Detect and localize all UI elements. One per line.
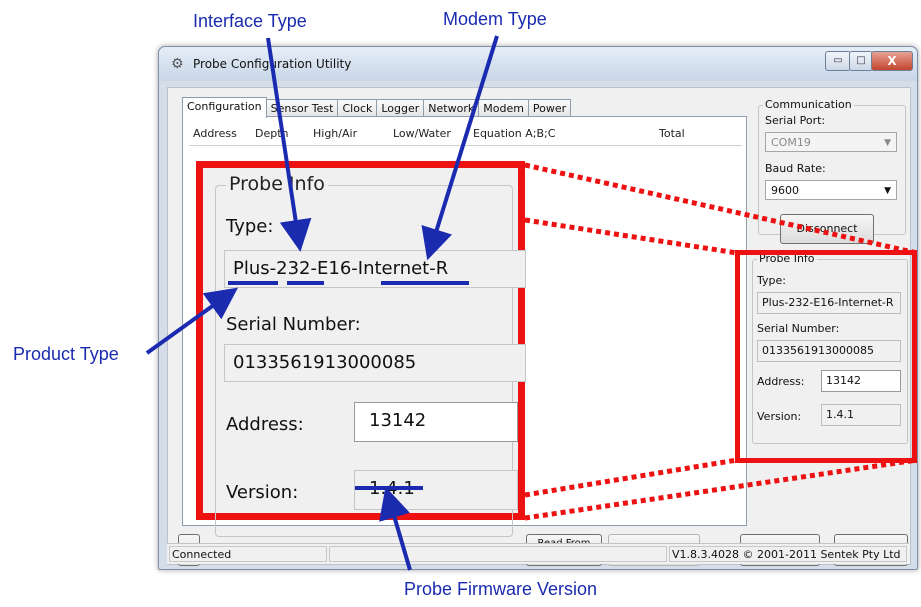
interface-type-arrow bbox=[266, 37, 312, 252]
dotted-connector-lines bbox=[524, 162, 918, 521]
tab-configuration[interactable]: Configuration bbox=[182, 97, 267, 118]
annotation-product-type: Product Type bbox=[13, 344, 119, 364]
annotation-firmware-version: Probe Firmware Version bbox=[404, 579, 598, 599]
blue-underlines bbox=[228, 281, 469, 490]
annotation-overlay bbox=[145, 35, 918, 571]
modem-type-arrow bbox=[421, 35, 499, 261]
annotation-modem-type: Modem Type bbox=[443, 9, 547, 29]
annotation-interface-type: Interface Type bbox=[193, 11, 307, 31]
product-type-arrow bbox=[145, 287, 238, 355]
firmware-version-arrow bbox=[379, 486, 412, 571]
